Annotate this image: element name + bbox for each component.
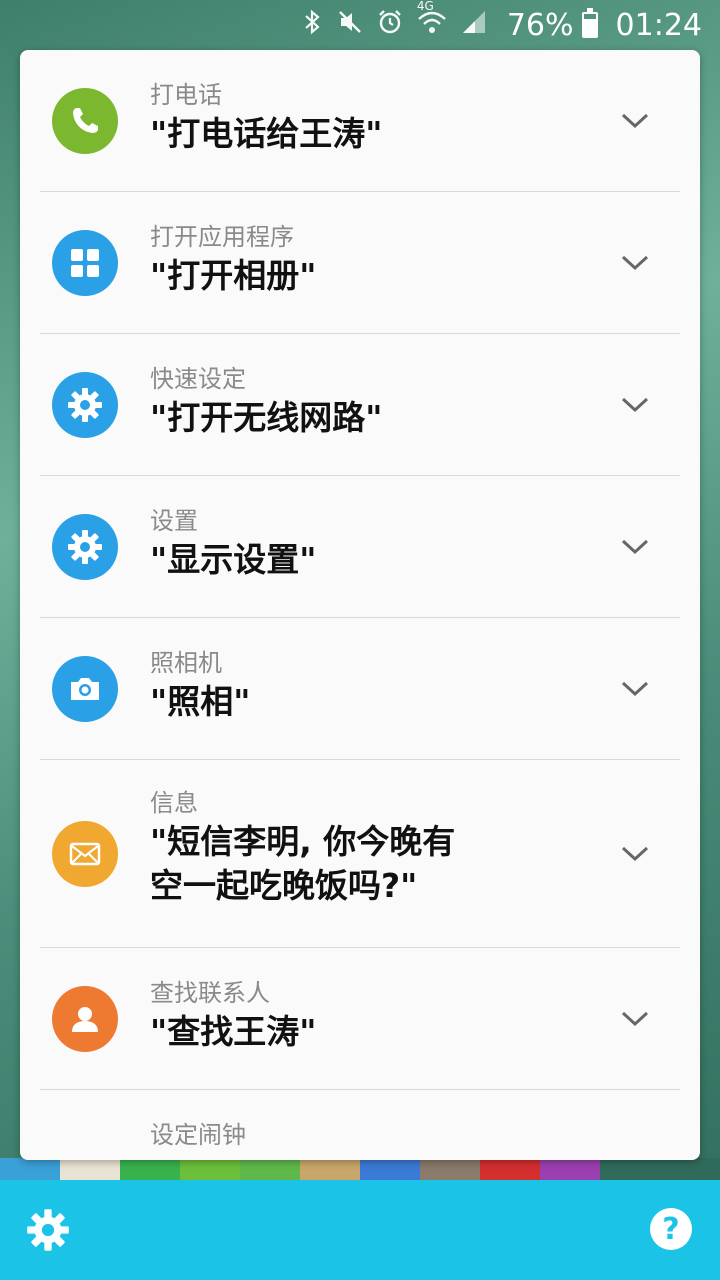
command-item-settings[interactable]: 设置 "显示设置": [40, 476, 680, 618]
chevron-down-icon[interactable]: [620, 111, 650, 131]
camera-icon: [52, 655, 118, 722]
command-item-open-app[interactable]: 打开应用程序 "打开相册": [40, 192, 680, 334]
battery-icon: [581, 8, 598, 38]
status-icons: 4G: [303, 0, 487, 41]
command-example: "显示设置": [150, 540, 317, 579]
command-example: "打开无线网路": [150, 398, 383, 437]
command-category: 快速设定: [150, 365, 246, 393]
contact-icon: [52, 985, 118, 1052]
command-item-message[interactable]: 信息 "短信李明, 你今晚有 空一起吃晚饭吗?": [40, 760, 680, 948]
chevron-down-icon[interactable]: [620, 679, 650, 699]
clock: 01:24: [615, 7, 702, 43]
gear-icon[interactable]: [26, 1208, 70, 1252]
command-item-set-alarm[interactable]: 设定闹钟: [40, 1090, 680, 1160]
status-bar: 4G 76% 01:24: [0, 0, 720, 50]
network-type-label: 4G: [416, 0, 434, 13]
command-item-quick-settings[interactable]: 快速设定 "打开无线网路": [40, 334, 680, 476]
gear-icon: [52, 513, 118, 580]
chevron-down-icon[interactable]: [620, 844, 650, 864]
command-category: 打开应用程序: [150, 223, 294, 251]
command-example: "打电话给王涛": [150, 114, 383, 153]
bottom-bar: ?: [0, 1180, 720, 1280]
mute-icon: [337, 9, 363, 41]
voice-command-list[interactable]: 打电话 "打电话给王涛" 打开应用程序 "打开相册" 快速设定 "打开无线网路"…: [20, 50, 700, 1160]
bluetooth-icon: [303, 9, 323, 41]
gear-icon: [52, 371, 118, 438]
command-category: 照相机: [150, 649, 222, 677]
command-item-find-contact[interactable]: 查找联系人 "查找王涛": [40, 948, 680, 1090]
command-category: 设置: [150, 507, 198, 535]
chevron-down-icon[interactable]: [620, 253, 650, 273]
wifi-icon: 4G: [417, 0, 447, 41]
apps-grid-icon: [52, 229, 118, 296]
alarm-icon: [377, 9, 403, 41]
command-category: 查找联系人: [150, 979, 270, 1007]
help-icon: ?: [662, 1211, 680, 1247]
command-item-call[interactable]: 打电话 "打电话给王涛": [40, 50, 680, 192]
signal-icon: [461, 9, 487, 41]
command-category: 打电话: [150, 81, 222, 109]
help-button[interactable]: ?: [650, 1208, 692, 1250]
homescreen-app-strip: [0, 1158, 720, 1182]
command-category: 信息: [150, 789, 198, 817]
chevron-down-icon[interactable]: [620, 1009, 650, 1029]
command-example: "照相": [150, 682, 251, 721]
command-example: "查找王涛": [150, 1012, 317, 1051]
battery-percent: 76%: [506, 7, 574, 43]
phone-icon: [52, 87, 118, 154]
command-example: "短信李明, 你今晚有 空一起吃晚饭吗?": [150, 822, 456, 905]
command-example: "打开相册": [150, 256, 317, 295]
chevron-down-icon[interactable]: [620, 395, 650, 415]
chevron-down-icon[interactable]: [620, 537, 650, 557]
message-icon: [52, 820, 118, 887]
command-category: 设定闹钟: [150, 1121, 246, 1149]
command-item-camera[interactable]: 照相机 "照相": [40, 618, 680, 760]
